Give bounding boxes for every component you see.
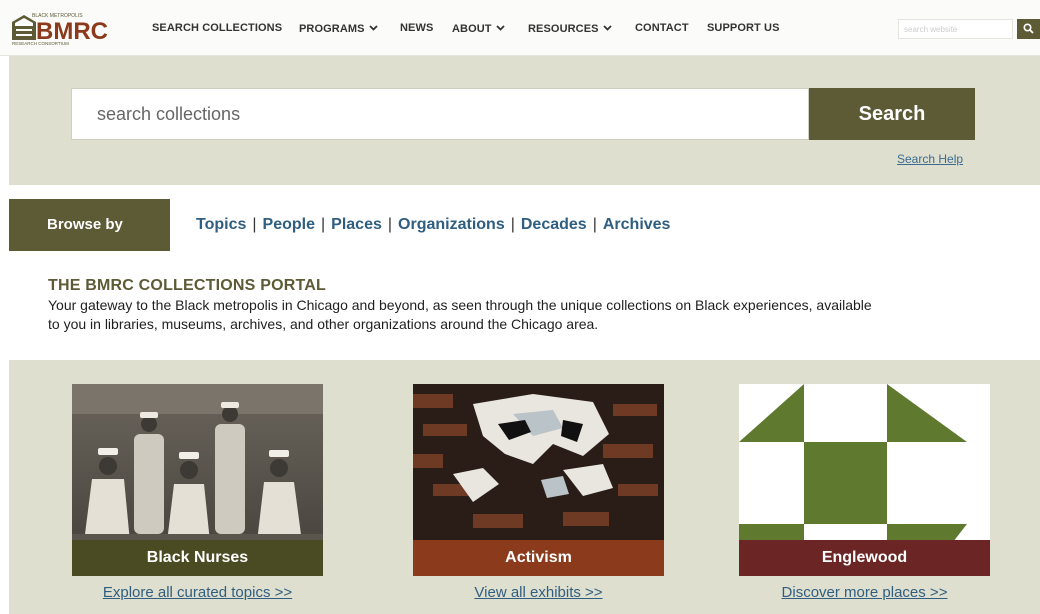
nav-label: ABOUT <box>452 23 492 35</box>
nav-programs[interactable]: PROGRAMS <box>299 22 378 35</box>
browse-links: Topics | People | Places | Organizations | Decad… <box>196 216 670 234</box>
chevron-down-icon <box>602 22 612 34</box>
separator: | <box>510 216 515 233</box>
separator: | <box>321 216 326 233</box>
browse-by-label: Browse by <box>9 199 170 251</box>
card-title-englewood[interactable]: Englewood <box>739 540 990 576</box>
nav-support-us[interactable]: SUPPORT US <box>707 22 780 34</box>
browse-decades-link[interactable]: Decades <box>521 216 587 233</box>
featured-cards-section: Black Nurses Explore all curated topics … <box>9 360 1040 614</box>
browse-people-link[interactable]: People <box>263 216 315 233</box>
separator: | <box>592 216 597 233</box>
portal-title: THE BMRC COLLECTIONS PORTAL <box>48 277 326 294</box>
activism-mural-image[interactable] <box>413 384 664 542</box>
nav-about[interactable]: ABOUT <box>452 22 505 35</box>
website-search-input[interactable] <box>898 19 1013 39</box>
search-icon <box>1023 22 1034 37</box>
browse-organizations-link[interactable]: Organizations <box>398 216 505 233</box>
browse-archives-link[interactable]: Archives <box>603 216 671 233</box>
nav-label: RESOURCES <box>528 23 599 35</box>
nav-label: CONTACT <box>635 22 689 34</box>
chevron-down-icon <box>368 22 378 34</box>
black-nurses-photo[interactable] <box>72 384 323 542</box>
discover-places-link[interactable]: Discover more places >> <box>739 584 990 601</box>
bmrc-logo[interactable]: BMRC BLACK METROPOLIS RESEARCH CONSORTIU… <box>10 10 134 46</box>
nav-label: SUPPORT US <box>707 22 780 34</box>
view-exhibits-link[interactable]: View all exhibits >> <box>413 584 664 601</box>
chevron-down-icon <box>495 22 505 34</box>
portal-description: Your gateway to the Black metropolis in … <box>48 297 872 332</box>
nav-label: NEWS <box>400 22 434 34</box>
logo-bottom-text: RESEARCH CONSORTIUM <box>12 41 69 46</box>
browse-places-link[interactable]: Places <box>331 216 382 233</box>
search-help-link[interactable]: Search Help <box>897 152 963 166</box>
explore-topics-link[interactable]: Explore all curated topics >> <box>72 584 323 601</box>
separator: | <box>252 216 257 233</box>
separator: | <box>387 216 393 233</box>
nav-news[interactable]: NEWS <box>400 22 433 34</box>
nav-label: SEARCH COLLECTIONS <box>152 22 283 34</box>
collections-search-input[interactable] <box>71 88 809 140</box>
collections-search-panel: Search Search Help <box>9 56 1040 185</box>
search-button[interactable]: Search <box>809 88 975 140</box>
logo-top-text: BLACK METROPOLIS <box>32 13 83 19</box>
nav-label: PROGRAMS <box>299 23 365 35</box>
card-title-activism[interactable]: Activism <box>413 540 664 576</box>
nav-search-collections[interactable]: SEARCH COLLECTIONS <box>152 22 282 34</box>
englewood-quilt-image[interactable] <box>739 384 990 542</box>
top-navigation: BMRC BLACK METROPOLIS RESEARCH CONSORTIU… <box>0 0 1040 56</box>
nav-contact[interactable]: CONTACT <box>635 22 689 34</box>
card-title-black-nurses[interactable]: Black Nurses <box>72 540 323 576</box>
nav-resources[interactable]: RESOURCES <box>528 22 612 35</box>
browse-topics-link[interactable]: Topics <box>196 216 246 233</box>
website-search-button[interactable] <box>1017 19 1040 39</box>
